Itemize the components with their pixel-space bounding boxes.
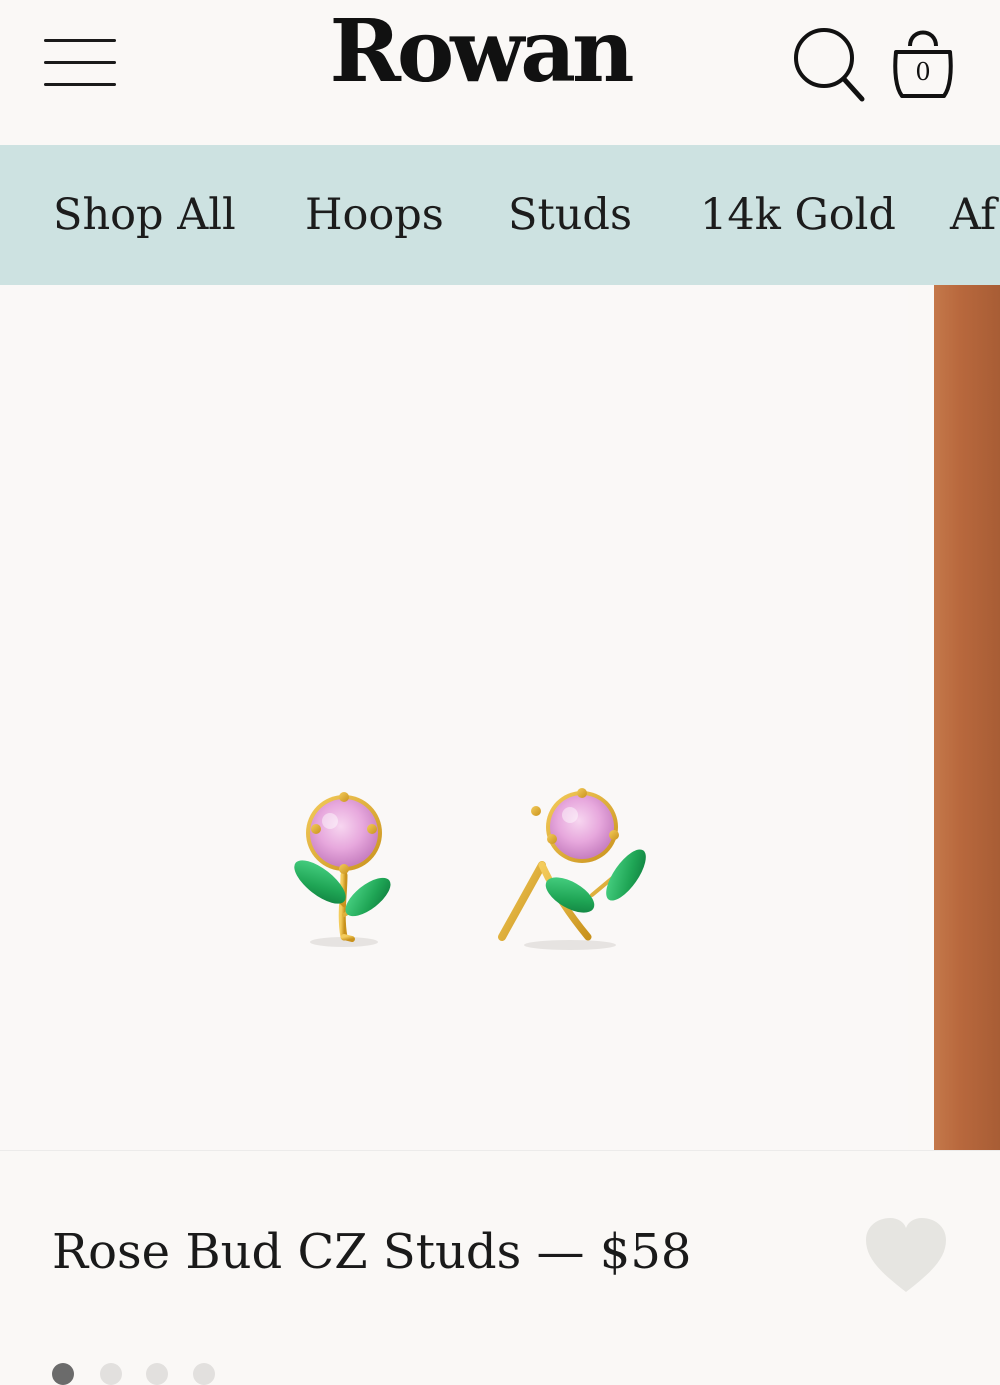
heart-icon bbox=[866, 1218, 946, 1292]
cart-button[interactable]: 0 bbox=[886, 22, 960, 104]
menu-icon-line bbox=[44, 83, 116, 86]
next-slide-preview[interactable] bbox=[934, 285, 1000, 1150]
nav-item-studs[interactable]: Studs bbox=[508, 145, 632, 285]
nav-item-next[interactable]: Af bbox=[950, 145, 996, 285]
divider bbox=[0, 1150, 1000, 1151]
menu-button[interactable] bbox=[44, 36, 118, 90]
search-icon bbox=[794, 28, 865, 102]
menu-icon-line bbox=[44, 39, 116, 42]
wishlist-button[interactable] bbox=[862, 1216, 950, 1296]
product-image-carousel[interactable] bbox=[0, 285, 908, 1385]
nav-item-shop-all[interactable]: Shop All bbox=[53, 145, 236, 285]
cart-count: 0 bbox=[915, 58, 931, 86]
left-earring bbox=[294, 792, 391, 947]
nav-item-hoops[interactable]: Hoops bbox=[305, 145, 444, 285]
carousel-gap bbox=[908, 285, 934, 1150]
carousel-dot-1[interactable] bbox=[52, 1363, 74, 1385]
carousel-dot-3[interactable] bbox=[146, 1363, 168, 1385]
brand-logo[interactable]: Rowan bbox=[300, 2, 660, 102]
carousel-dot-2[interactable] bbox=[100, 1363, 122, 1385]
right-earring bbox=[498, 788, 646, 950]
carousel-dot-4[interactable] bbox=[193, 1363, 215, 1385]
search-button[interactable] bbox=[790, 24, 866, 104]
nav-item-14k-gold[interactable]: 14k Gold bbox=[700, 145, 896, 285]
menu-icon-line bbox=[44, 61, 116, 64]
site-header: Rowan 0 bbox=[0, 0, 1000, 145]
product-image bbox=[294, 788, 646, 950]
category-nav: Shop All Hoops Studs 14k Gold Af bbox=[0, 145, 1000, 285]
product-title-price[interactable]: Rose Bud CZ Studs — $58 bbox=[52, 1222, 691, 1282]
